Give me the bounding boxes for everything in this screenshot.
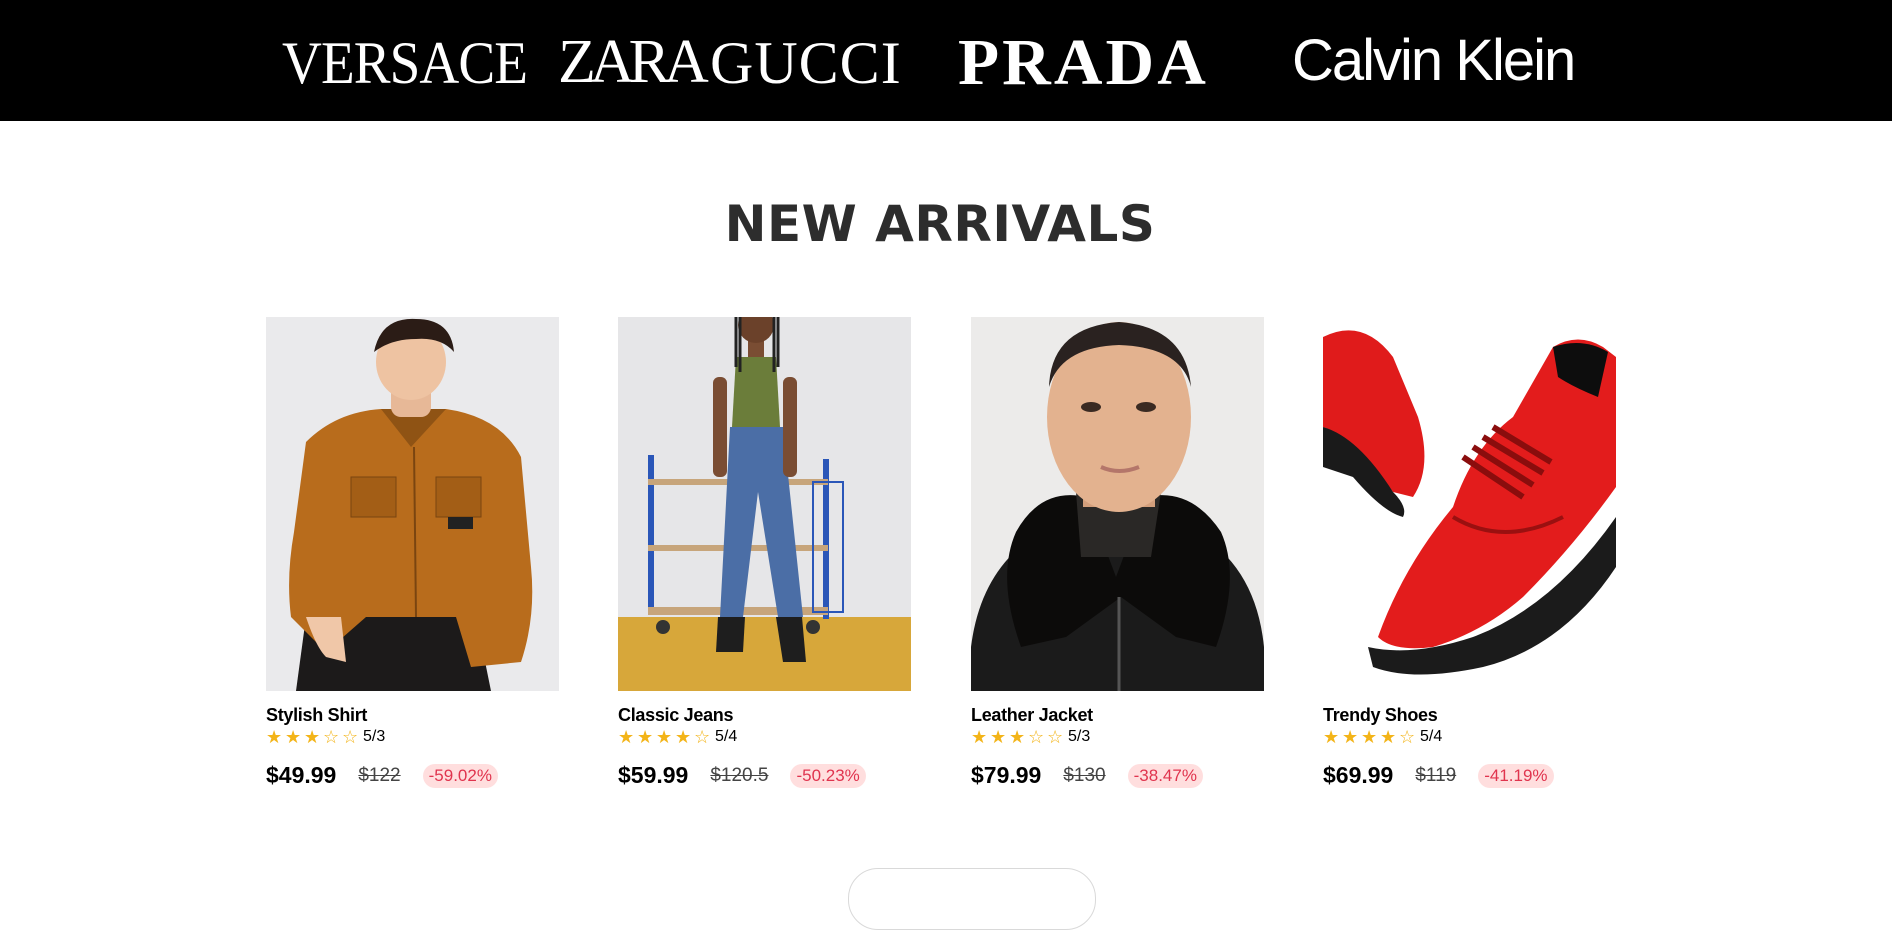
product-name[interactable]: Classic Jeans: [618, 705, 733, 726]
rating-text: 5/3: [1068, 728, 1091, 745]
rating-text: 5/3: [363, 728, 386, 745]
product-card[interactable]: Classic Jeans ★ ★ ★ ★ ☆ 5/4 $59.99 $120.…: [618, 317, 911, 788]
star-outline-icon: ☆: [1028, 727, 1045, 747]
current-price: $49.99: [266, 762, 337, 788]
brand-bar: VERSACE ZARA GUCCI PRADA Calvin Klein: [0, 0, 1892, 121]
original-price: $120.5: [710, 764, 769, 786]
rating-text: 5/4: [715, 728, 738, 745]
brand-logo-zara[interactable]: ZARA: [558, 31, 709, 93]
star-filled-icon: ★: [1342, 727, 1359, 747]
price-row: $59.99 $120.5 -50.23%: [618, 762, 866, 789]
current-price: $69.99: [1323, 762, 1394, 788]
discount-badge: -41.19%: [1478, 763, 1554, 788]
price-row: $49.99 $122 -59.02%: [266, 762, 498, 789]
product-rating: ★ ★ ★ ☆ ☆ 5/3: [971, 727, 1090, 747]
star-filled-icon: ★: [618, 727, 635, 747]
product-card[interactable]: Stylish Shirt ★ ★ ★ ☆ ☆ 5/3 $49.99 $122 …: [266, 317, 559, 788]
red-sneakers-photo: [1323, 317, 1616, 691]
star-outline-icon: ☆: [342, 727, 359, 747]
brand-logo-prada[interactable]: PRADA: [958, 30, 1209, 96]
discount-badge: -38.47%: [1127, 763, 1203, 788]
current-price: $59.99: [618, 762, 689, 788]
product-image[interactable]: [266, 317, 559, 691]
star-filled-icon: ★: [304, 727, 321, 747]
product-image[interactable]: [618, 317, 911, 691]
price-row: $69.99 $119 -41.19%: [1323, 762, 1554, 789]
product-card[interactable]: Trendy Shoes ★ ★ ★ ★ ☆ 5/4 $69.99 $119 -…: [1323, 317, 1616, 788]
price-row: $79.99 $130 -38.47%: [971, 762, 1203, 789]
view-all-button[interactable]: [848, 868, 1096, 930]
product-rating: ★ ★ ★ ☆ ☆ 5/3: [266, 727, 385, 747]
star-outline-icon: ☆: [694, 727, 711, 747]
model-denim-jeans-photo: [618, 317, 911, 691]
product-card[interactable]: Leather Jacket ★ ★ ★ ☆ ☆ 5/3 $79.99 $130…: [971, 317, 1264, 788]
star-filled-icon: ★: [285, 727, 302, 747]
original-price: $130: [1063, 764, 1106, 786]
brand-logo-calvin-klein[interactable]: Calvin Klein: [1292, 32, 1576, 90]
model-leather-jacket-photo: [971, 317, 1264, 691]
product-name[interactable]: Stylish Shirt: [266, 705, 367, 726]
star-outline-icon: ☆: [1399, 727, 1416, 747]
star-outline-icon: ☆: [323, 727, 340, 747]
discount-badge: -50.23%: [790, 763, 866, 788]
current-price: $79.99: [971, 762, 1042, 788]
star-filled-icon: ★: [656, 727, 673, 747]
product-image[interactable]: [971, 317, 1264, 691]
rating-text: 5/4: [1420, 728, 1443, 745]
brand-logo-gucci[interactable]: GUCCI: [710, 33, 902, 93]
star-filled-icon: ★: [637, 727, 654, 747]
star-filled-icon: ★: [675, 727, 692, 747]
star-filled-icon: ★: [1009, 727, 1026, 747]
product-name[interactable]: Leather Jacket: [971, 705, 1093, 726]
product-image[interactable]: [1323, 317, 1616, 691]
star-filled-icon: ★: [266, 727, 283, 747]
product-rating: ★ ★ ★ ★ ☆ 5/4: [1323, 727, 1442, 747]
original-price: $119: [1415, 764, 1457, 786]
star-filled-icon: ★: [1361, 727, 1378, 747]
original-price: $122: [358, 764, 401, 786]
section-title: NEW ARRIVALS: [724, 195, 1156, 253]
product-rating: ★ ★ ★ ★ ☆ 5/4: [618, 727, 737, 747]
star-filled-icon: ★: [1380, 727, 1397, 747]
model-orange-shirt-photo: [266, 317, 559, 691]
star-outline-icon: ☆: [1047, 727, 1064, 747]
brand-logo-versace[interactable]: VERSACE: [282, 33, 528, 93]
star-filled-icon: ★: [971, 727, 988, 747]
product-name[interactable]: Trendy Shoes: [1323, 705, 1438, 726]
discount-badge: -59.02%: [422, 763, 498, 788]
star-filled-icon: ★: [990, 727, 1007, 747]
star-filled-icon: ★: [1323, 727, 1340, 747]
